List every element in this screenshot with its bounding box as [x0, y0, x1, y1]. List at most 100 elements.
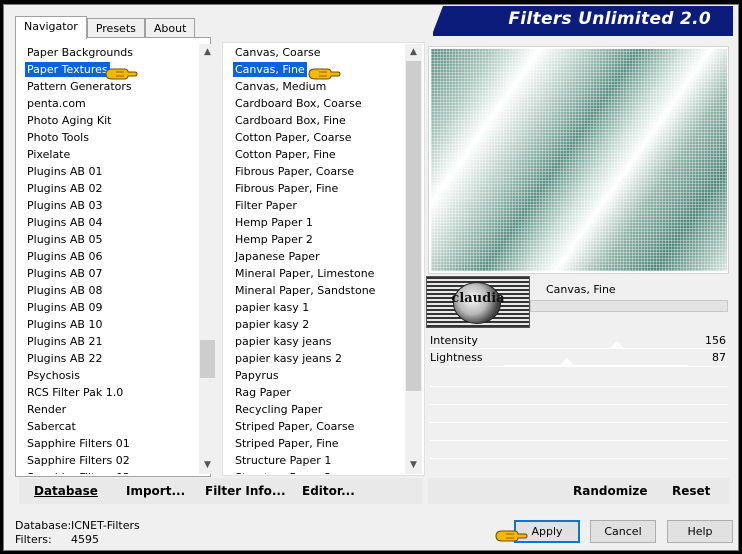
intensity-slider-thumb[interactable] [609, 341, 624, 348]
list-item[interactable]: Fibrous Paper, Fine [224, 180, 405, 197]
list-item-label: Sabercat [27, 420, 76, 433]
import-button[interactable]: Import... [126, 484, 185, 498]
help-button[interactable]: Help [667, 520, 733, 543]
list-item[interactable]: Canvas, Coarse [224, 44, 405, 61]
list-item[interactable]: Papyrus [224, 367, 405, 384]
list-item[interactable]: Japanese Paper [224, 248, 405, 265]
list-item[interactable]: Photo Tools [16, 129, 199, 146]
preview-image[interactable] [431, 49, 727, 271]
list-item[interactable]: Plugins AB 21 [16, 333, 199, 350]
list-item-label: Plugins AB 10 [27, 318, 103, 331]
list-item[interactable]: Hemp Paper 2 [224, 231, 405, 248]
divider [430, 386, 728, 387]
list-item[interactable]: papier kasy 1 [224, 299, 405, 316]
filter-list-scrollbar[interactable]: ▲ ▼ [405, 44, 422, 474]
filter-logo: claudia [426, 276, 530, 328]
scroll-down-icon[interactable]: ▼ [405, 457, 422, 474]
reset-button[interactable]: Reset [672, 484, 710, 498]
list-item[interactable]: Striped Paper, Fine [224, 435, 405, 452]
list-item[interactable]: Plugins AB 05 [16, 231, 199, 248]
list-item[interactable]: Psychosis [16, 367, 199, 384]
scroll-up-icon[interactable]: ▲ [199, 44, 216, 61]
list-item-label: Structure Paper 2 [235, 471, 331, 474]
category-list[interactable]: Paper Backgrounds Paper Textures Pattern G… [16, 44, 199, 474]
list-item[interactable]: Paper Backgrounds [16, 44, 199, 61]
list-item-label: Cardboard Box, Fine [235, 114, 346, 127]
database-button[interactable]: Database [34, 484, 98, 498]
list-item[interactable]: Plugins AB 06 [16, 248, 199, 265]
list-item-label: Rag Paper [235, 386, 291, 399]
cancel-button[interactable]: Cancel [590, 520, 656, 543]
filters-label: Filters: [15, 533, 52, 546]
tab-navigator[interactable]: Navigator [15, 16, 87, 39]
list-item[interactable]: Sapphire Filters 01 [16, 435, 199, 452]
filter-info-button[interactable]: Filter Info... [205, 484, 286, 498]
scroll-down-icon[interactable]: ▼ [199, 457, 216, 474]
randomize-button[interactable]: Randomize [573, 484, 647, 498]
list-item[interactable]: Recycling Paper [224, 401, 405, 418]
list-item[interactable]: Plugins AB 08 [16, 282, 199, 299]
list-item[interactable]: papier kasy jeans [224, 333, 405, 350]
intensity-slider-row[interactable]: Intensity 156 [430, 333, 728, 349]
list-item[interactable]: Cotton Paper, Coarse [224, 129, 405, 146]
pointing-hand-icon [495, 530, 528, 542]
tab-presets[interactable]: Presets [86, 18, 145, 39]
list-item[interactable]: Plugins AB 04 [16, 214, 199, 231]
list-item-label: Plugins AB 03 [27, 199, 103, 212]
editor-button[interactable]: Editor... [302, 484, 355, 498]
list-item[interactable]: Hemp Paper 1 [224, 214, 405, 231]
list-item[interactable]: Plugins AB 09 [16, 299, 199, 316]
list-item[interactable]: Plugins AB 22 [16, 350, 199, 367]
list-item[interactable]: Photo Aging Kit [16, 112, 199, 129]
lightness-slider-row[interactable]: Lightness 87 [430, 350, 728, 366]
list-item[interactable]: Plugins AB 02 [16, 180, 199, 197]
list-item[interactable]: papier kasy jeans 2 [224, 350, 405, 367]
list-item[interactable]: Cardboard Box, Coarse [224, 95, 405, 112]
selected-filter-name: Canvas, Fine [546, 283, 616, 296]
scrollbar-thumb[interactable] [406, 61, 421, 391]
app-title: Filters Unlimited 2.0 [508, 9, 711, 29]
intensity-track[interactable] [504, 348, 688, 349]
list-item-label: Sapphire Filters 01 [27, 437, 130, 450]
list-item[interactable]: penta.com [16, 95, 199, 112]
list-item[interactable]: Plugins AB 07 [16, 265, 199, 282]
list-item[interactable]: Structure Paper 2 [224, 469, 405, 474]
list-item[interactable]: Plugins AB 01 [16, 163, 199, 180]
list-item[interactable]: Mineral Paper, Sandstone [224, 282, 405, 299]
list-item[interactable]: Plugins AB 10 [16, 316, 199, 333]
list-item[interactable]: Sapphire Filters 02 [16, 452, 199, 469]
list-item[interactable]: Filter Paper [224, 197, 405, 214]
list-item[interactable]: papier kasy 2 [224, 316, 405, 333]
list-item[interactable]: Mineral Paper, Limestone [224, 265, 405, 282]
database-value: ICNET-Filters [71, 519, 140, 532]
list-item[interactable]: Cotton Paper, Fine [224, 146, 405, 163]
list-item-label: Sapphire Filters 02 [27, 454, 130, 467]
list-item[interactable]: Fibrous Paper, Coarse [224, 163, 405, 180]
list-item[interactable]: Cardboard Box, Fine [224, 112, 405, 129]
list-item-label: Fibrous Paper, Coarse [235, 165, 355, 178]
lightness-slider-thumb[interactable] [559, 358, 574, 365]
tab-about[interactable]: About [144, 18, 196, 39]
database-info: Database:ICNET-Filters [15, 519, 140, 532]
list-item-label: Photo Aging Kit [27, 114, 112, 127]
filter-list[interactable]: Canvas, Coarse Canvas, Fine Canvas, Medium… [224, 44, 405, 474]
category-list-scrollbar[interactable]: ▲ ▼ [199, 44, 216, 474]
list-item[interactable]: Structure Paper 1 [224, 452, 405, 469]
list-item-label: papier kasy jeans 2 [235, 352, 342, 365]
list-item-label: Striped Paper, Coarse [235, 420, 355, 433]
list-item-label: Papyrus [235, 369, 279, 382]
list-item[interactable]: Striped Paper, Coarse [224, 418, 405, 435]
list-item[interactable]: Sabercat [16, 418, 199, 435]
scroll-up-icon[interactable]: ▲ [405, 44, 422, 61]
list-item[interactable]: Rag Paper [224, 384, 405, 401]
list-item[interactable]: Plugins AB 03 [16, 197, 199, 214]
list-item-label: Japanese Paper [235, 250, 320, 263]
list-item-label: Cotton Paper, Coarse [235, 131, 352, 144]
pointing-hand-icon [105, 68, 138, 80]
list-item[interactable]: Pixelate [16, 146, 199, 163]
list-item[interactable]: Render [16, 401, 199, 418]
list-item[interactable]: Sapphire Filters 03 [16, 469, 199, 474]
scrollbar-thumb[interactable] [200, 340, 215, 378]
list-item[interactable]: RCS Filter Pak 1.0 [16, 384, 199, 401]
lightness-track[interactable] [504, 365, 688, 366]
